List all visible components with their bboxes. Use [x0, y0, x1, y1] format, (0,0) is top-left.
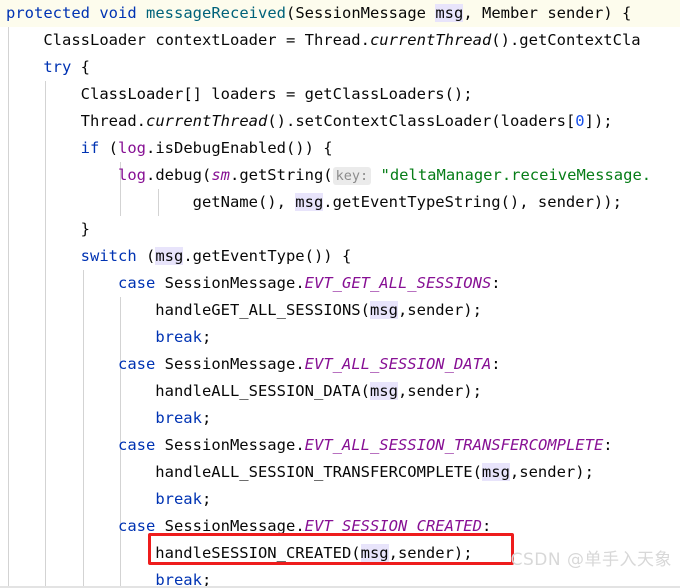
token-type-SessionMessage: SessionMessage — [164, 274, 296, 292]
token-constant-EVT_ALL_SESSION_TRANSFERCOMPLETE: EVT_ALL_SESSION_TRANSFERCOMPLETE — [304, 436, 604, 454]
token-keyword-switch: switch — [80, 247, 137, 265]
token-constant-EVT_GET_ALL_SESSIONS: EVT_GET_ALL_SESSIONS — [304, 274, 492, 292]
watermark-text: CSDN @单手入天象 — [510, 550, 672, 570]
token-keyword-case: case — [117, 436, 156, 454]
token-method-currentThread: currentThread — [369, 31, 492, 49]
code-line-10[interactable]: switch (msg.getEventType()) { — [0, 243, 680, 270]
token-param-msg: msg — [360, 544, 389, 562]
code-lines: protected void messageReceived(SessionMe… — [0, 0, 680, 588]
token-keyword-if: if — [80, 139, 100, 157]
token-type-Member: Member — [482, 4, 539, 22]
code-line-6[interactable]: if (log.isDebugEnabled()) { — [0, 135, 680, 162]
code-line-5[interactable]: Thread.currentThread().setContextClassLo… — [0, 108, 680, 135]
token-keyword-case: case — [117, 355, 156, 373]
token-method-currentThread: currentThread — [146, 112, 268, 130]
token-param-msg: msg — [435, 4, 464, 22]
code-line-15[interactable]: handleALL_SESSION_DATA(msg,sender); — [0, 378, 680, 405]
token-type-ClassLoader: ClassLoader — [43, 31, 146, 49]
code-line-18[interactable]: handleALL_SESSION_TRANSFERCOMPLETE(msg,s… — [0, 459, 680, 486]
token-keyword-case: case — [117, 517, 156, 535]
token-param-msg: msg — [155, 247, 184, 265]
code-editor-view[interactable]: protected void messageReceived(SessionMe… — [0, 0, 680, 588]
token-param-msg: msg — [481, 463, 510, 481]
code-line-16[interactable]: break; — [0, 405, 680, 432]
token-type-SessionMessage: SessionMessage — [164, 517, 296, 535]
code-line-17[interactable]: case SessionMessage.EVT_ALL_SESSION_TRAN… — [0, 432, 680, 459]
code-line-13[interactable]: break; — [0, 324, 680, 351]
code-line-8[interactable]: getName(), msg.getEventTypeString(), sen… — [0, 189, 680, 216]
code-line-19[interactable]: break; — [0, 486, 680, 513]
token-type-Thread: Thread — [304, 31, 361, 49]
token-keyword-break: break — [155, 409, 202, 427]
token-string-deltaManager: "deltaManager.receiveMessage. — [380, 166, 652, 184]
token-constant-EVT_ALL_SESSION_DATA: EVT_ALL_SESSION_DATA — [304, 355, 492, 373]
token-param-msg: msg — [369, 301, 398, 319]
token-keyword-protected: protected — [6, 4, 90, 22]
code-line-9[interactable]: } — [0, 216, 680, 243]
code-line-3[interactable]: try { — [0, 54, 680, 81]
code-line-11[interactable]: case SessionMessage.EVT_GET_ALL_SESSIONS… — [0, 270, 680, 297]
token-keyword-try: try — [43, 58, 72, 76]
token-keyword-case: case — [117, 274, 156, 292]
code-line-4[interactable]: ClassLoader[] loaders = getClassLoaders(… — [0, 81, 680, 108]
code-line-12[interactable]: handleGET_ALL_SESSIONS(msg,sender); — [0, 297, 680, 324]
token-param-msg: msg — [295, 193, 324, 211]
inlay-hint-key: key: — [332, 167, 372, 185]
token-number-zero: 0 — [575, 112, 585, 130]
token-type-Thread: Thread — [80, 112, 137, 130]
code-line-14[interactable]: case SessionMessage.EVT_ALL_SESSION_DATA… — [0, 351, 680, 378]
token-field-sm: sm — [211, 166, 230, 184]
token-type-ClassLoader: ClassLoader — [80, 85, 184, 103]
code-line-7[interactable]: log.debug(sm.getString(key: "deltaManage… — [0, 162, 680, 189]
token-type-SessionMessage: SessionMessage — [164, 436, 296, 454]
token-type-SessionMessage: SessionMessage — [164, 355, 296, 373]
token-type-SessionMessage: SessionMessage — [295, 4, 426, 22]
token-keyword-break: break — [155, 490, 202, 508]
token-field-log: log — [118, 139, 146, 157]
token-param-msg: msg — [369, 382, 398, 400]
code-line-1[interactable]: protected void messageReceived(SessionMe… — [0, 0, 680, 27]
token-constant-EVT_SESSION_CREATED: EVT_SESSION_CREATED — [304, 517, 482, 535]
code-line-2[interactable]: ClassLoader contextLoader = Thread.curre… — [0, 27, 680, 54]
code-line-20[interactable]: case SessionMessage.EVT_SESSION_CREATED: — [0, 513, 680, 540]
token-field-log: log — [117, 166, 146, 184]
token-keyword-break: break — [155, 328, 202, 346]
token-method-messageReceived: messageReceived — [146, 4, 286, 22]
token-keyword-void: void — [99, 4, 137, 22]
